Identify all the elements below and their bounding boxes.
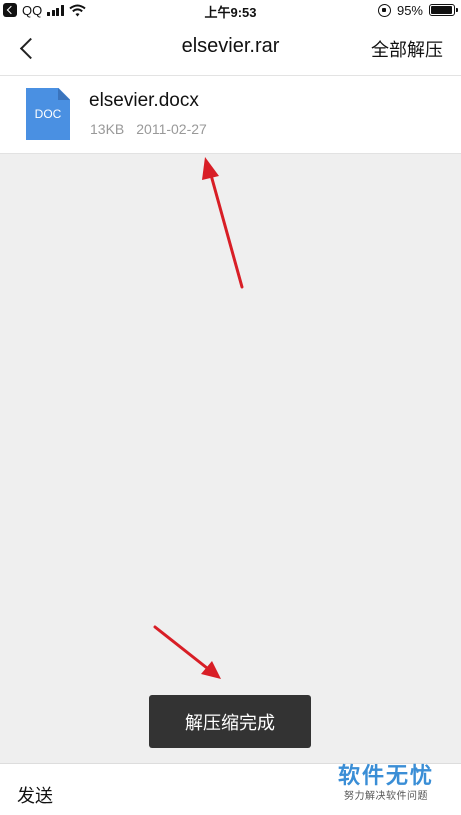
doc-icon-label: DOC: [34, 107, 62, 121]
file-size: 13KB: [90, 121, 125, 137]
bottom-bar: 发送 软件无忧 努力解决软件问题: [0, 763, 461, 815]
battery-icon: [429, 4, 458, 16]
rotation-lock-icon: [377, 3, 391, 17]
file-date: 2011-02-27: [136, 121, 207, 137]
extract-all-button[interactable]: 全部解压: [371, 36, 443, 62]
list-item[interactable]: DOC elsevier.docx 13KB 2011-02-27: [0, 76, 461, 154]
file-name: elsevier.docx: [89, 90, 199, 111]
status-right: 95%: [377, 2, 458, 18]
arrow-to-toast-icon: [153, 625, 221, 679]
doc-file-icon: DOC: [26, 88, 70, 140]
back-chevron-icon[interactable]: [14, 34, 42, 62]
status-bar: QQ 上午9:53 95%: [0, 0, 461, 20]
watermark-logo: 软件无忧 努力解决软件问题: [331, 764, 441, 804]
send-button[interactable]: 发送: [17, 782, 53, 808]
battery-fill: [431, 6, 452, 14]
doc-fold: [58, 88, 70, 100]
watermark-main: 软件无忧: [337, 764, 434, 789]
arrow-to-file-icon: [202, 157, 244, 289]
battery-percent: 95%: [396, 2, 423, 18]
nav-bar: elsevier.rar 全部解压: [0, 20, 461, 76]
watermark-sub: 努力解决软件问题: [344, 791, 428, 802]
toast-message: 解压缩完成: [149, 695, 311, 748]
file-meta: 13KB 2011-02-27: [90, 121, 207, 137]
